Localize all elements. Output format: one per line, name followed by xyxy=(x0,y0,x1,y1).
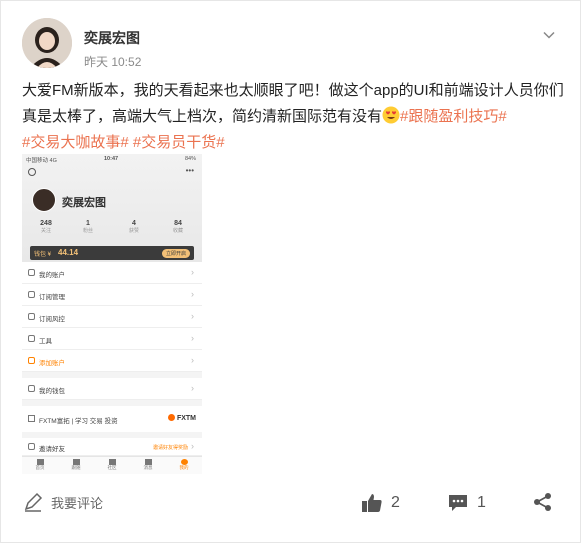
menu-item-tools[interactable]: 工具 › xyxy=(22,328,202,350)
menu-item-risk[interactable]: 订阅风控 › xyxy=(22,306,202,328)
phone-status-bar: 中国移动 4G 10:47 84% xyxy=(22,154,202,164)
balance-bar[interactable]: 钱包 ¥ 44.14 立即开启 xyxy=(30,246,194,260)
tab-follow[interactable]: 跟随 xyxy=(66,459,86,471)
tab-me[interactable]: 我的 xyxy=(174,459,194,471)
stat-label: 收藏 xyxy=(172,228,183,234)
phone-stats: 248 关注 1 粉丝 4 获赞 84 收藏 xyxy=(22,220,202,242)
stat-label: 粉丝 xyxy=(82,228,93,234)
edit-icon xyxy=(24,492,43,512)
menu-label: 添加账户 xyxy=(39,360,65,367)
add-user-icon xyxy=(28,357,35,364)
phone-profile-header: 中国移动 4G 10:47 84% ••• 奕展宏图 248 关注 1 粉丝 4 xyxy=(22,154,202,262)
list-icon xyxy=(28,291,35,298)
menu-label: 邀请好友 xyxy=(39,446,65,453)
chevron-right-icon: › xyxy=(191,333,194,343)
user-icon xyxy=(28,269,35,276)
share-icon xyxy=(534,493,551,511)
comment-count: 1 xyxy=(477,494,486,511)
stat-item[interactable]: 84 收藏 xyxy=(166,220,190,234)
chevron-right-icon: › xyxy=(191,355,194,365)
tab-label: 跟随 xyxy=(71,465,81,470)
menu-item-account[interactable]: 我的账户 › xyxy=(22,262,202,284)
chevron-right-icon: › xyxy=(191,267,194,277)
post-time: 昨天 10:52 xyxy=(84,55,142,69)
tab-label: 社区 xyxy=(107,465,117,470)
chevron-right-icon: › xyxy=(191,311,194,321)
comment-button[interactable]: 1 xyxy=(447,492,486,514)
phone-avatar xyxy=(32,188,56,212)
tab-home[interactable]: 首页 xyxy=(30,459,50,471)
balance-value: 44.14 xyxy=(58,248,79,257)
share-button[interactable] xyxy=(533,492,553,512)
menu-label: 我的账户 xyxy=(39,272,65,279)
tab-messages[interactable]: 消息 xyxy=(138,459,158,471)
promo-banner[interactable]: FXTM富拓 | 学习 交易 投资 FXTM xyxy=(22,406,202,432)
balance-button[interactable]: 立即开启 xyxy=(161,248,190,258)
stat-value: 248 xyxy=(40,220,52,227)
promo-text: FXTM富拓 | 学习 交易 投资 xyxy=(39,418,118,425)
menu-label: 我的钱包 xyxy=(39,388,65,395)
menu-item-wallet[interactable]: 我的钱包 › xyxy=(22,378,202,400)
status-battery: 84% xyxy=(184,156,196,162)
chevron-right-icon: › xyxy=(191,383,194,393)
tab-label: 消息 xyxy=(143,465,153,470)
like-count: 2 xyxy=(391,494,400,511)
fxtm-logo-mark xyxy=(167,414,175,421)
post-footer: 我要评论 2 1 xyxy=(1,482,581,524)
tab-label: 首页 xyxy=(35,465,45,470)
comment-icon xyxy=(449,495,467,511)
promo-icon xyxy=(28,415,35,422)
menu-label: 工具 xyxy=(39,338,52,345)
hashtag-link[interactable]: #跟随盈利技巧# xyxy=(400,108,507,125)
stat-item[interactable]: 4 获赞 xyxy=(122,220,146,234)
author-name[interactable]: 奕展宏图 xyxy=(84,28,140,48)
comment-placeholder: 我要评论 xyxy=(51,495,104,511)
post-text: 大爱FM新版本，我的天看起来也太顺眼了吧！做这个app的UI和前端设计人员你们真… xyxy=(22,78,567,156)
stat-value: 84 xyxy=(174,220,182,227)
settings-icon[interactable] xyxy=(28,168,36,176)
tab-label: 我的 xyxy=(179,465,189,470)
attached-screenshot[interactable]: 中国移动 4G 10:47 84% ••• 奕展宏图 248 关注 1 粉丝 4 xyxy=(22,154,202,474)
fxtm-logo-text: FXTM xyxy=(176,415,196,422)
fxtm-logo: FXTM xyxy=(167,414,196,422)
toolbox-icon xyxy=(28,335,35,342)
stat-label: 关注 xyxy=(40,228,51,234)
stat-value: 1 xyxy=(86,220,90,227)
wallet-icon xyxy=(28,385,35,392)
tab-community[interactable]: 社区 xyxy=(102,459,122,471)
balance-label: 钱包 ¥ xyxy=(34,252,52,258)
status-carrier: 中国移动 4G xyxy=(26,158,57,164)
chevron-right-icon: › xyxy=(191,289,194,299)
chevron-right-icon: › xyxy=(191,441,194,451)
invite-hint: 邀请好友得奖励 xyxy=(152,445,188,451)
status-time: 10:47 xyxy=(104,156,119,162)
thumbs-up-icon xyxy=(362,494,382,512)
stat-item[interactable]: 1 粉丝 xyxy=(76,220,100,234)
share-icon xyxy=(28,443,35,450)
stat-label: 获赞 xyxy=(128,228,139,234)
menu-item-subscriptions[interactable]: 订阅管理 › xyxy=(22,284,202,306)
stat-item[interactable]: 248 关注 xyxy=(34,220,58,234)
phone-profile-name: 奕展宏图 xyxy=(62,197,106,209)
menu-label: 订阅管理 xyxy=(39,294,65,301)
phone-tab-bar: 首页 跟随 社区 消息 我的 xyxy=(22,456,202,474)
smiling-face-with-heart-eyes-emoji xyxy=(382,106,400,124)
menu-item-invite[interactable]: 邀请好友 邀请好友得奖励 › xyxy=(22,438,202,456)
weibo-post-card: 奕展宏图 昨天 10:52 大爱FM新版本，我的天看起来也太顺眼了吧！做这个ap… xyxy=(0,0,581,543)
author-avatar[interactable] xyxy=(22,18,72,68)
like-button[interactable]: 2 xyxy=(361,492,400,514)
menu-label: 订阅风控 xyxy=(39,316,65,323)
menu-item-add-account[interactable]: 添加账户 › xyxy=(22,350,202,372)
stat-value: 4 xyxy=(132,220,136,227)
hashtag-link[interactable]: #交易员干货# xyxy=(133,134,225,151)
chevron-down-icon[interactable] xyxy=(543,29,555,41)
comment-input-trigger[interactable]: 我要评论 xyxy=(23,492,103,512)
swap-icon xyxy=(28,313,35,320)
more-icon[interactable]: ••• xyxy=(186,166,194,175)
hashtag-link[interactable]: #交易大咖故事# xyxy=(22,134,129,151)
